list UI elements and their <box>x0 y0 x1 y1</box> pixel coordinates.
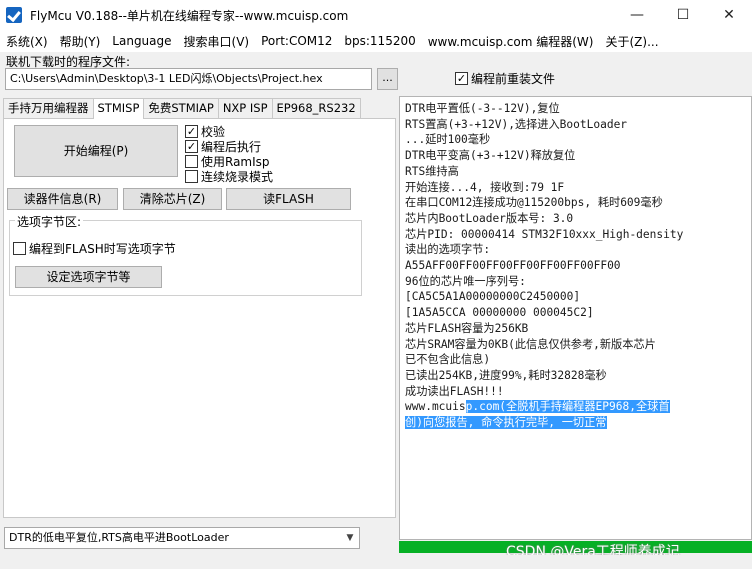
close-button[interactable]: ✕ <box>706 0 752 30</box>
log-line: 成功读出FLASH!!! <box>405 384 504 398</box>
continuous-burn-checkbox[interactable]: 连续烧录模式 <box>185 168 273 185</box>
log-selection: 创)向您报告, 命令执行完毕, 一切正常 <box>405 416 607 430</box>
log-line: 已读出254KB,进度99%,耗时32828毫秒 <box>405 368 607 382</box>
continuous-burn-label: 连续烧录模式 <box>201 170 274 184</box>
start-programming-button[interactable]: 开始编程(P) <box>14 125 178 177</box>
tab-handheld-programmer[interactable]: 手持万用编程器 <box>3 98 94 118</box>
dtr-rts-mode-select[interactable]: DTR的低电平复位,RTS高电平进BootLoader ▼ <box>4 527 360 549</box>
write-option-bytes-label: 编程到FLASH时写选项字节 <box>29 242 176 256</box>
read-flash-button[interactable]: 读FLASH <box>226 188 351 210</box>
reload-before-program-label: 编程前重装文件 <box>471 72 556 86</box>
program-file-path-input[interactable]: C:\Users\Admin\Desktop\3-1 LED闪烁\Objects… <box>5 68 372 90</box>
log-selection: p.com(全脱机手持编程器EP968,全球首 <box>465 400 670 414</box>
checkbox-empty-icon <box>185 170 198 183</box>
tab-free-stmiap[interactable]: 免费STMIAP <box>143 98 219 118</box>
menu-help[interactable]: 帮助(Y) <box>60 33 101 50</box>
checkbox-empty-icon <box>13 242 26 255</box>
set-option-bytes-button[interactable]: 设定选项字节等 <box>15 266 162 288</box>
log-line: 在串口COM12连接成功@115200bps, 耗时609毫秒 <box>405 196 663 210</box>
reload-before-program-checkbox[interactable]: ✓ 编程前重装文件 <box>455 70 555 87</box>
tab-ep968-rs232[interactable]: EP968_RS232 <box>271 98 361 118</box>
write-option-bytes-checkbox[interactable]: 编程到FLASH时写选项字节 <box>13 240 176 257</box>
option-bytes-group: 选项字节区: 编程到FLASH时写选项字节 设定选项字节等 <box>9 213 362 296</box>
title-bar: FlyMcu V0.188--单片机在线编程专家--www.mcuisp.com… <box>0 0 752 30</box>
checkbox-empty-icon <box>185 155 198 168</box>
minimize-button[interactable]: — <box>614 0 660 30</box>
log-line: [CA5C5A1A00000000C2450000] <box>405 290 581 304</box>
log-line: RTS维持高 <box>405 164 459 178</box>
log-line: RTS置高(+3-+12V),选择进入BootLoader <box>405 117 628 131</box>
log-line: 已不包含此信息) <box>405 353 491 367</box>
menu-language[interactable]: Language <box>112 34 171 48</box>
log-line: A55AFF00FF00FF00FF00FF00FF00FF00 <box>405 259 621 273</box>
status-bar <box>0 555 752 569</box>
log-line: 96位的芯片唯一序列号: <box>405 274 526 288</box>
log-line: 芯片FLASH容量为256KB <box>405 321 529 335</box>
log-line-final-2: 创)向您报告, 命令执行完毕, 一切正常 <box>405 415 747 431</box>
log-line: [1A5A5CCA 00000000 000045C2] <box>405 306 594 320</box>
menu-system[interactable]: 系统(X) <box>6 33 48 50</box>
stmisp-panel: 开始编程(P) ✓ 校验 ✓ 编程后执行 使用RamIsp 连续烧录模式 读器件… <box>3 118 396 518</box>
log-line: 开始连接...4, 接收到:79 1F <box>405 180 565 194</box>
menu-search-port[interactable]: 搜索串口(V) <box>184 33 250 50</box>
tab-nxp-isp[interactable]: NXP ISP <box>217 98 273 118</box>
log-line: 芯片SRAM容量为0KB(此信息仅供参考,新版本芯片 <box>405 337 656 351</box>
log-line-final: www.mcuisp.com(全脱机手持编程器EP968,全球首 <box>405 399 747 415</box>
log-prefix: www.mcuis <box>405 400 466 414</box>
tab-stmisp[interactable]: STMISP <box>92 98 145 119</box>
erase-chip-button[interactable]: 清除芯片(Z) <box>123 188 222 210</box>
menu-bps[interactable]: bps:115200 <box>344 34 415 48</box>
maximize-button[interactable]: ☐ <box>660 0 706 30</box>
dtr-rts-mode-value: DTR的低电平复位,RTS高电平进BootLoader <box>9 531 229 544</box>
tab-strip: 手持万用编程器 STMISP 免费STMIAP NXP ISP EP968_RS… <box>3 98 361 119</box>
menu-about[interactable]: 关于(Z)... <box>605 33 658 50</box>
menu-programmer[interactable]: www.mcuisp.com 编程器(W) <box>428 33 594 50</box>
window-title: FlyMcu V0.188--单片机在线编程专家--www.mcuisp.com <box>30 8 349 23</box>
read-device-info-button[interactable]: 读器件信息(R) <box>7 188 118 210</box>
log-line: ...延时100毫秒 <box>405 133 491 147</box>
menu-bar: 系统(X) 帮助(Y) Language 搜索串口(V) Port:COM12 … <box>0 30 752 52</box>
log-line: 芯片PID: 00000414 STM32F10xxx_High-density <box>405 227 684 241</box>
checkbox-check-icon: ✓ <box>455 72 468 85</box>
checkbox-check-icon: ✓ <box>185 140 198 153</box>
chevron-down-icon: ▼ <box>346 533 354 543</box>
log-line: 芯片内BootLoader版本号: 3.0 <box>405 211 574 225</box>
log-line: DTR电平置低(-3--12V),复位 <box>405 102 560 115</box>
option-bytes-group-label: 选项字节区: <box>15 213 84 230</box>
menu-port[interactable]: Port:COM12 <box>261 34 332 48</box>
flymcu-app-icon <box>6 7 22 23</box>
checkbox-check-icon: ✓ <box>185 125 198 138</box>
log-scrollbar[interactable] <box>745 97 751 539</box>
browse-file-button[interactable]: ... <box>377 68 398 90</box>
log-output[interactable]: DTR电平置低(-3--12V),复位 RTS置高(+3-+12V),选择进入B… <box>399 96 752 540</box>
log-line: DTR电平变高(+3-+12V)释放复位 <box>405 149 576 163</box>
log-line: 读出的选项字节: <box>405 243 491 257</box>
